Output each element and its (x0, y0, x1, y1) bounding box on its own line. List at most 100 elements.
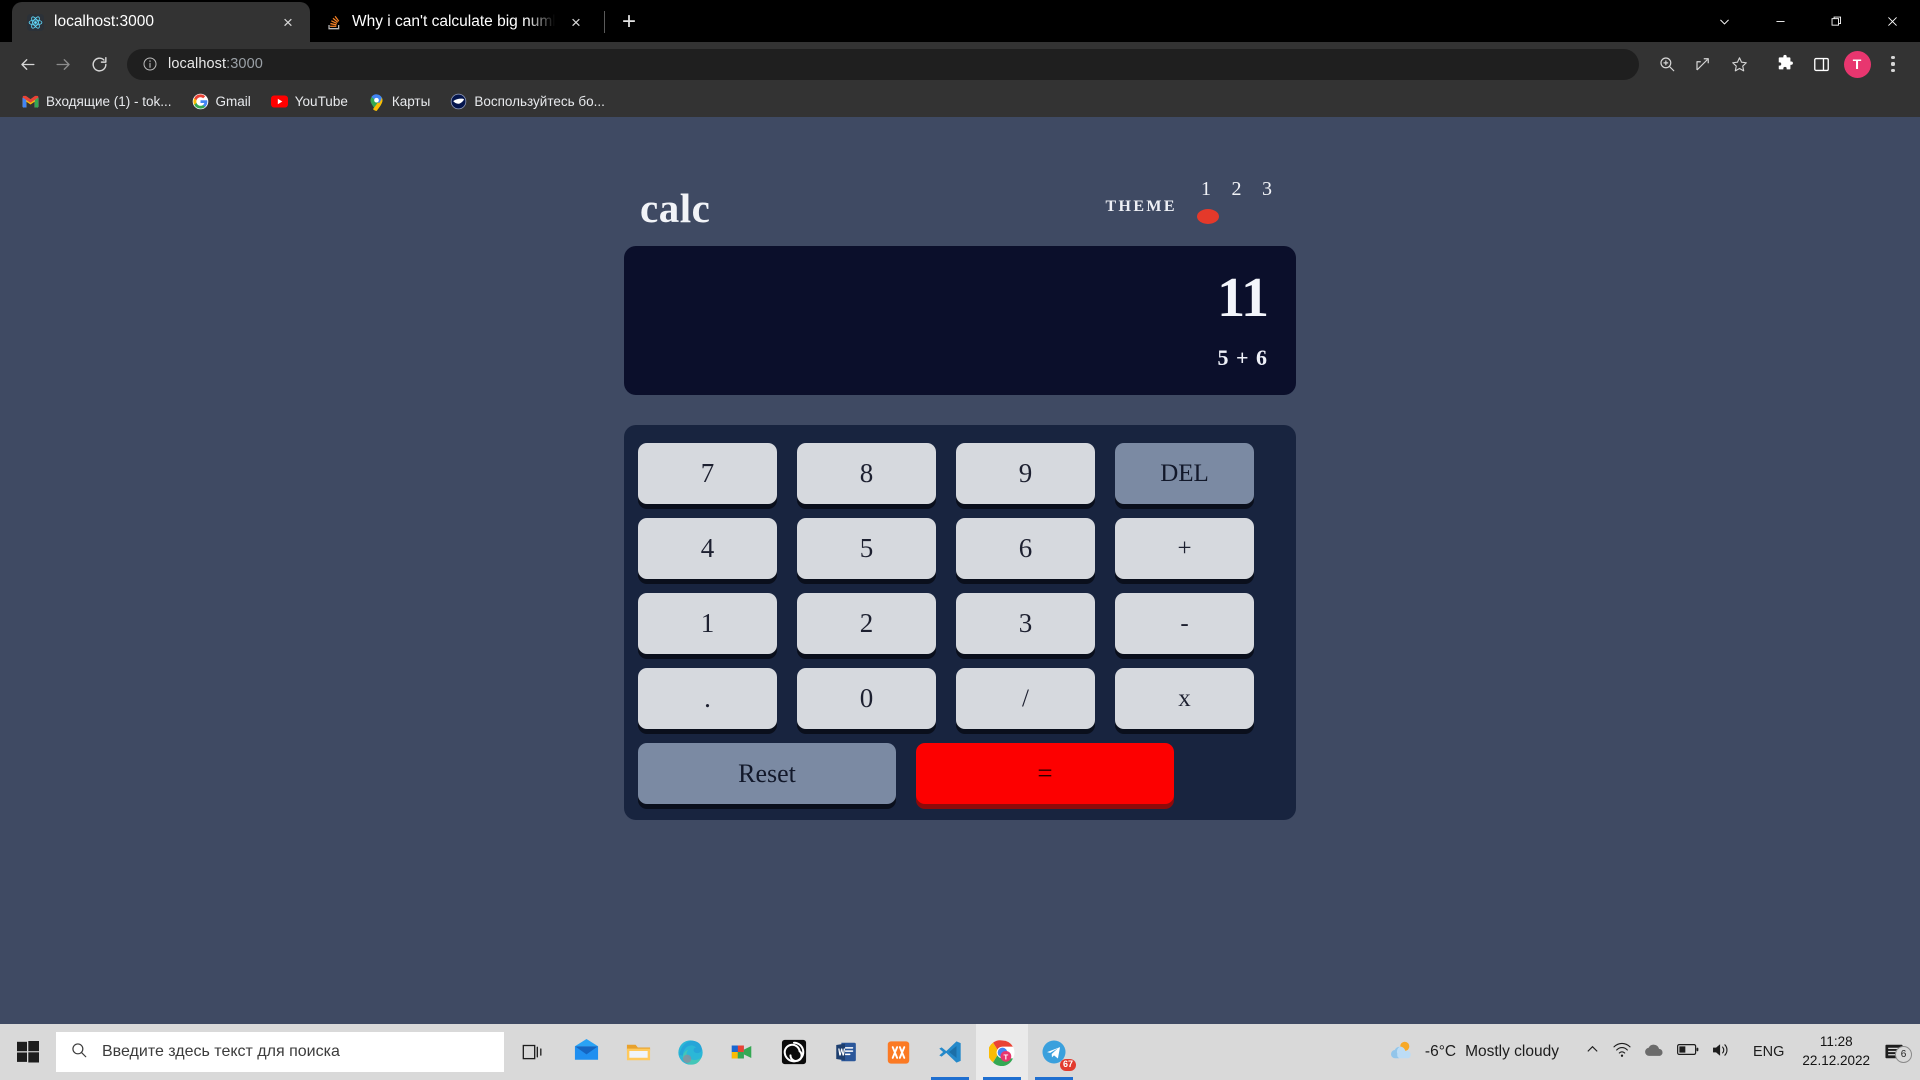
tab-close-icon[interactable]: × (276, 10, 300, 34)
theme-switch-knob[interactable] (1197, 209, 1219, 224)
xampp-icon[interactable] (872, 1024, 924, 1080)
back-arrow-icon[interactable] (10, 47, 44, 81)
mail-icon[interactable] (560, 1024, 612, 1080)
windows-taskbar: Введите здесь текст для поиска T 67 -6°C… (0, 1024, 1920, 1080)
share-icon[interactable] (1686, 47, 1720, 81)
bookmark-inbox[interactable]: Входящие (1) - tok... (14, 89, 180, 114)
key-8[interactable]: 8 (797, 443, 936, 504)
key-decimal-point[interactable]: . (638, 668, 777, 729)
key-4[interactable]: 4 (638, 518, 777, 579)
address-bar[interactable]: localhost:3000 (127, 48, 1639, 80)
new-tab-button[interactable]: + (611, 4, 647, 40)
side-panel-icon[interactable] (1804, 47, 1838, 81)
tab-separator (604, 11, 605, 33)
notification-count: 6 (1895, 1046, 1912, 1063)
lufthansa-icon (450, 93, 467, 110)
display-result: 11 (1217, 267, 1269, 330)
gmail-icon (22, 93, 39, 110)
volume-icon[interactable] (1712, 1042, 1731, 1063)
window-controls (1696, 0, 1920, 42)
windows-start-icon[interactable] (0, 1024, 56, 1080)
weather-temperature: -6°C (1424, 1043, 1457, 1060)
theme-switcher: THEME 1 2 3 (1105, 178, 1278, 229)
key-minus[interactable]: - (1115, 593, 1254, 654)
taskbar-clock[interactable]: 11:28 22.12.2022 (1792, 1033, 1880, 1070)
close-icon[interactable] (1864, 0, 1920, 42)
tab-search-chevron-icon[interactable] (1696, 0, 1752, 42)
theme-switch-control[interactable]: 1 2 3 (1195, 178, 1278, 225)
equals-button[interactable]: = (916, 743, 1174, 804)
key-5[interactable]: 5 (797, 518, 936, 579)
show-hidden-icons-chevron[interactable] (1585, 1042, 1600, 1062)
telegram-icon[interactable]: 67 (1028, 1024, 1080, 1080)
youtube-icon (270, 93, 288, 110)
bookmark-lufthansa[interactable]: Воспользуйтесь бо... (442, 89, 613, 114)
avatar[interactable]: T (1840, 47, 1874, 81)
key-9[interactable]: 9 (956, 443, 1095, 504)
reload-icon[interactable] (82, 47, 116, 81)
key-plus[interactable]: + (1115, 518, 1254, 579)
clock-time: 11:28 (1819, 1034, 1853, 1050)
key-divide[interactable]: / (956, 668, 1095, 729)
key-delete[interactable]: DEL (1115, 443, 1254, 504)
spiral-app-icon[interactable] (768, 1024, 820, 1080)
browser-tab-localhost[interactable]: localhost:3000 × (12, 2, 310, 42)
keypad-row: 7 8 9 DEL (638, 443, 1282, 504)
puzzle-icon[interactable] (1768, 47, 1802, 81)
stackoverflow-icon (324, 13, 343, 32)
weather-widget[interactable]: -6°C Mostly cloudy (1376, 1039, 1571, 1066)
bookmark-label: Gmail (215, 94, 251, 109)
bookmark-label: Входящие (1) - tok... (46, 94, 172, 109)
tab-title: localhost:3000 (54, 13, 154, 30)
forward-arrow-icon[interactable] (46, 47, 80, 81)
key-0[interactable]: 0 (797, 668, 936, 729)
browser-tab-stackoverflow[interactable]: Why i can't calculate big numbers × (310, 2, 598, 42)
key-multiply[interactable]: x (1115, 668, 1254, 729)
task-view-icon[interactable] (504, 1024, 560, 1080)
restore-icon[interactable] (1808, 0, 1864, 42)
keypad-row: Reset = (638, 743, 1282, 804)
calculator-app: calc THEME 1 2 3 11 5 + 6 7 8 9 DEL 4 5 … (624, 163, 1296, 820)
bookmark-gmail[interactable]: Gmail (184, 89, 259, 114)
wifi-icon[interactable] (1613, 1042, 1631, 1063)
onedrive-cloud-icon[interactable] (1644, 1043, 1664, 1062)
info-circle-icon[interactable] (141, 56, 158, 73)
notifications-icon[interactable]: 6 (1880, 1043, 1914, 1063)
input-language[interactable]: ENG (1745, 1044, 1792, 1060)
theme-option-1[interactable]: 1 (1201, 178, 1211, 201)
url-host: localhost (168, 56, 227, 72)
microsoft-word-icon[interactable] (820, 1024, 872, 1080)
google-chrome-icon[interactable]: T (976, 1024, 1028, 1080)
bookmark-label: Воспользуйтесь бо... (474, 94, 605, 109)
file-explorer-icon[interactable] (612, 1024, 664, 1080)
sun-cloud-icon (1388, 1039, 1416, 1066)
key-7[interactable]: 7 (638, 443, 777, 504)
bookmark-maps[interactable]: Карты (360, 89, 438, 114)
reset-button[interactable]: Reset (638, 743, 896, 804)
keypad-row: 4 5 6 + (638, 518, 1282, 579)
battery-icon[interactable] (1677, 1043, 1699, 1061)
vs-code-icon[interactable] (924, 1024, 976, 1080)
tab-close-icon[interactable]: × (564, 10, 588, 34)
key-1[interactable]: 1 (638, 593, 777, 654)
page-content: calc THEME 1 2 3 11 5 + 6 7 8 9 DEL 4 5 … (0, 117, 1920, 966)
microsoft-edge-icon[interactable] (664, 1024, 716, 1080)
theme-switch-track[interactable] (1195, 208, 1278, 225)
three-dots-menu-icon[interactable] (1876, 47, 1910, 81)
zoom-icon[interactable] (1650, 47, 1684, 81)
bookmark-star-icon[interactable] (1722, 47, 1756, 81)
key-2[interactable]: 2 (797, 593, 936, 654)
keypad-row: . 0 / x (638, 668, 1282, 729)
google-maps-pin-icon (368, 93, 385, 111)
minimize-icon[interactable] (1752, 0, 1808, 42)
google-meet-icon[interactable] (716, 1024, 768, 1080)
tab-strip: localhost:3000 × Why i can't calculate b… (0, 0, 1920, 42)
bookmark-youtube[interactable]: YouTube (263, 89, 356, 114)
key-6[interactable]: 6 (956, 518, 1095, 579)
taskbar-search-input[interactable]: Введите здесь текст для поиска (56, 1032, 504, 1072)
key-3[interactable]: 3 (956, 593, 1095, 654)
calculator-header: calc THEME 1 2 3 (624, 163, 1296, 229)
theme-option-3[interactable]: 3 (1262, 178, 1272, 201)
system-tray: -6°C Mostly cloudy ENG 11:28 22.12.2022 … (1376, 1033, 1920, 1070)
theme-option-2[interactable]: 2 (1232, 178, 1242, 201)
